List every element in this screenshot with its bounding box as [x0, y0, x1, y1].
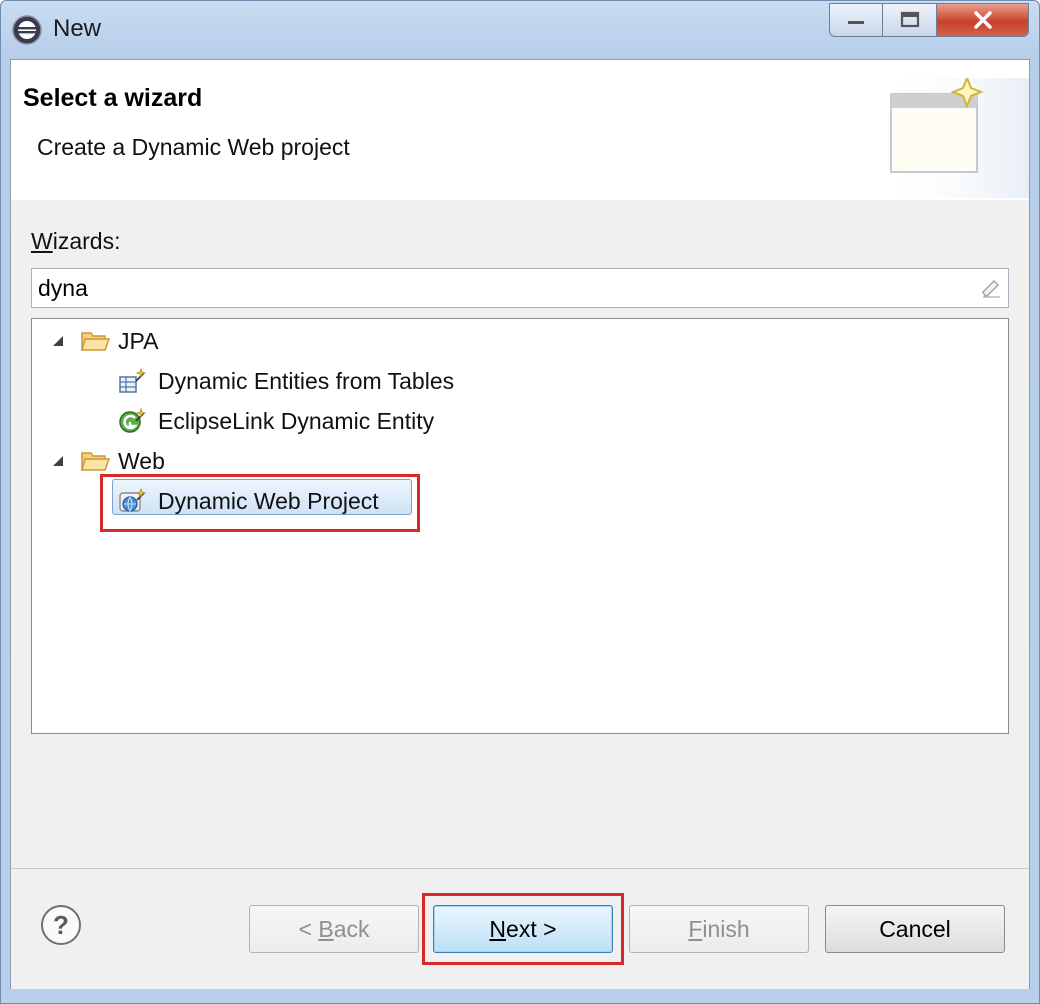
- button-bar: ? < Back Next > Finish Cancel: [11, 868, 1029, 989]
- minimize-icon: [848, 21, 864, 24]
- maximize-button[interactable]: [883, 3, 937, 37]
- back-prefix: <: [298, 915, 319, 942]
- expanded-triangle-icon[interactable]: [52, 455, 64, 467]
- wizards-label-text: izards:: [52, 228, 121, 254]
- finish-label: inish: [702, 915, 750, 942]
- tree-item-label: Dynamic Entities from Tables: [158, 367, 455, 394]
- red-annotation-box-project: [100, 474, 420, 532]
- eclipse-app-icon: [12, 15, 42, 45]
- cancel-button[interactable]: Cancel: [825, 905, 1005, 953]
- banner-description: Create a Dynamic Web project: [37, 134, 350, 160]
- back-mnemonic: B: [318, 915, 334, 942]
- clear-filter-icon[interactable]: [980, 277, 1002, 299]
- tree-item-label: JPA: [118, 327, 159, 354]
- close-icon: [973, 11, 992, 29]
- window-title: New: [53, 15, 102, 42]
- wizards-label: Wizards:: [31, 228, 120, 255]
- tree-item-label: Web: [118, 447, 165, 474]
- help-icon: ?: [53, 909, 69, 940]
- wizard-selection-area: Wizards: JPA: [11, 200, 1029, 868]
- help-button[interactable]: ?: [41, 905, 81, 945]
- dialog-client-area: Select a wizard Create a Dynamic Web pro…: [10, 59, 1030, 989]
- close-button[interactable]: [937, 3, 1029, 37]
- wizard-banner: Select a wizard Create a Dynamic Web pro…: [11, 60, 1029, 201]
- finish-mnemonic: F: [688, 915, 703, 942]
- wizard-filter-field[interactable]: [31, 268, 1009, 308]
- entity-from-tables-icon: [119, 367, 147, 393]
- folder-open-icon: [81, 332, 110, 351]
- expanded-triangle-icon[interactable]: [52, 335, 64, 347]
- folder-open-icon: [81, 452, 110, 471]
- tree-item-jpa[interactable]: JPA: [52, 323, 158, 359]
- tree-item-dynamic-entities-from-tables[interactable]: Dynamic Entities from Tables: [118, 363, 454, 399]
- wizards-label-mnemonic: W: [31, 228, 53, 254]
- new-wizard-window: New Select a wizard Create a Dynamic Web…: [0, 0, 1040, 1004]
- title-bar[interactable]: New: [1, 1, 1039, 59]
- finish-button[interactable]: Finish: [629, 905, 809, 953]
- eclipselink-entity-icon: [119, 407, 147, 433]
- minimize-button[interactable]: [829, 3, 883, 37]
- wizard-filter-input[interactable]: [38, 275, 958, 301]
- window-controls: [829, 3, 1029, 39]
- back-label: ack: [333, 915, 370, 942]
- cancel-label: Cancel: [879, 915, 951, 942]
- red-annotation-box-next: [422, 893, 624, 965]
- new-wizard-graphic-icon: [879, 78, 1029, 198]
- back-button[interactable]: < Back: [249, 905, 419, 953]
- tree-item-eclipselink-dynamic-entity[interactable]: EclipseLink Dynamic Entity: [118, 403, 434, 439]
- banner-title: Select a wizard: [23, 84, 203, 112]
- tree-item-label: EclipseLink Dynamic Entity: [158, 407, 435, 434]
- maximize-icon: [900, 11, 919, 28]
